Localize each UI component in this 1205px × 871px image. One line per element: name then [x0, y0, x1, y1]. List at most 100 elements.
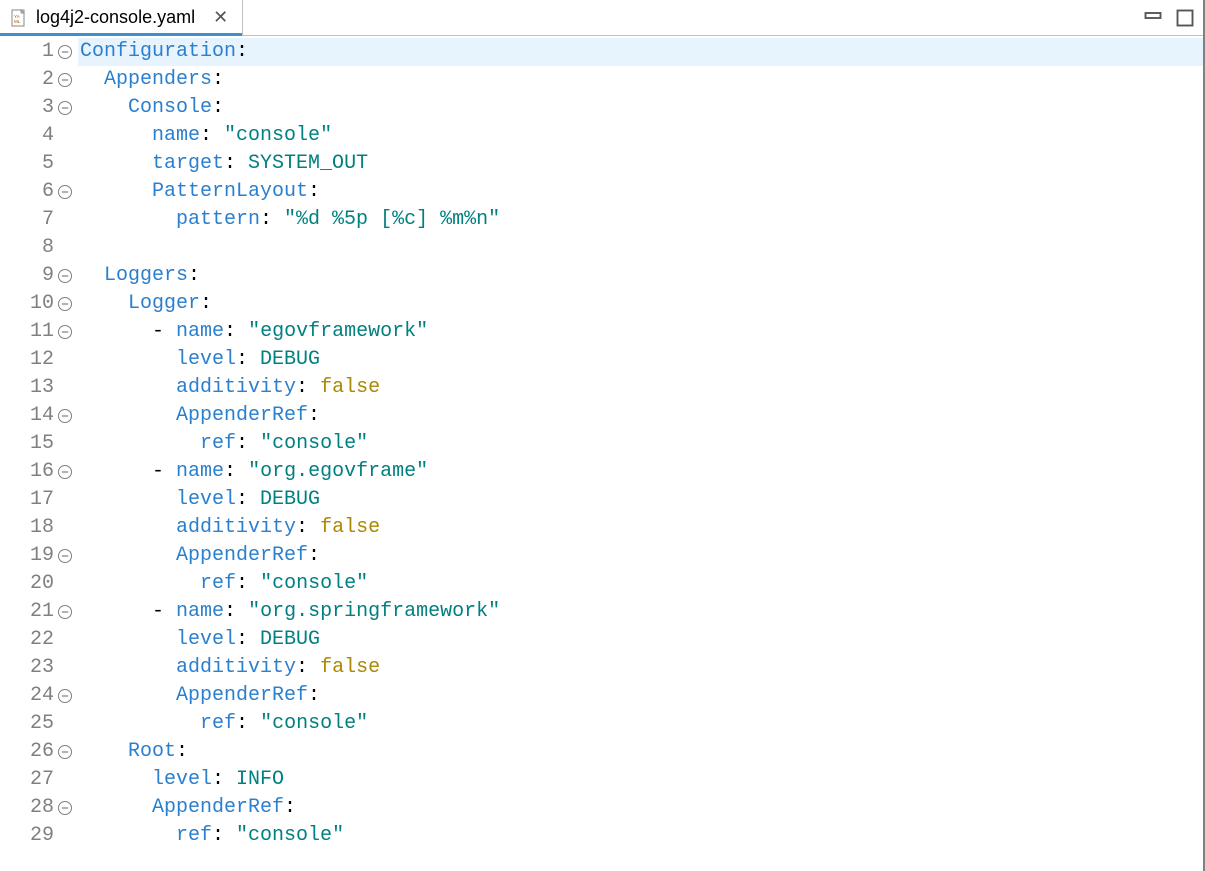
token-key: AppenderRef: [176, 684, 308, 707]
line-number: 20: [24, 570, 54, 598]
fold-spacer: [58, 437, 72, 451]
token-bool: false: [320, 516, 380, 539]
code-line[interactable]: PatternLayout:: [78, 178, 1203, 206]
token-key: name: [176, 600, 224, 623]
token-string: "%d %5p [%c] %m%n": [284, 208, 500, 231]
editor-tab[interactable]: YA ML log4j2-console.yaml ✕: [0, 0, 243, 35]
code-line[interactable]: name: "console": [78, 122, 1203, 150]
token-bool: false: [320, 656, 380, 679]
fold-minus-icon[interactable]: [58, 549, 72, 563]
code-line[interactable]: AppenderRef:: [78, 794, 1203, 822]
token-key: ref: [200, 572, 236, 595]
fold-minus-icon[interactable]: [58, 465, 72, 479]
fold-minus-icon[interactable]: [58, 185, 72, 199]
code-line[interactable]: AppenderRef:: [78, 682, 1203, 710]
code-line[interactable]: additivity: false: [78, 514, 1203, 542]
token-colon: :: [224, 152, 248, 175]
code-line[interactable]: level: INFO: [78, 766, 1203, 794]
fold-spacer: [58, 633, 72, 647]
code-line[interactable]: - name: "org.egovframe": [78, 458, 1203, 486]
code-line[interactable]: additivity: false: [78, 374, 1203, 402]
code-line[interactable]: Configuration:: [78, 38, 1203, 66]
gutter-line: 12: [0, 346, 78, 374]
fold-spacer: [58, 521, 72, 535]
line-number: 28: [24, 794, 54, 822]
gutter-line: 5: [0, 150, 78, 178]
line-number: 24: [24, 682, 54, 710]
fold-minus-icon[interactable]: [58, 745, 72, 759]
fold-spacer: [58, 493, 72, 507]
line-number: 4: [24, 122, 54, 150]
line-number: 5: [24, 150, 54, 178]
fold-minus-icon[interactable]: [58, 689, 72, 703]
code-line[interactable]: level: DEBUG: [78, 346, 1203, 374]
token-key: Root: [128, 740, 176, 763]
token-key: additivity: [176, 656, 296, 679]
fold-minus-icon[interactable]: [58, 45, 72, 59]
fold-minus-icon[interactable]: [58, 801, 72, 815]
gutter-line: 1: [0, 38, 78, 66]
gutter-line: 17: [0, 486, 78, 514]
fold-minus-icon[interactable]: [58, 269, 72, 283]
toolbar-right: [1143, 0, 1195, 35]
gutter-line: 16: [0, 458, 78, 486]
token-colon: :: [296, 656, 320, 679]
code-line[interactable]: Appenders:: [78, 66, 1203, 94]
code-line[interactable]: level: DEBUG: [78, 486, 1203, 514]
code-line[interactable]: ref: "console": [78, 710, 1203, 738]
token-key: level: [152, 768, 212, 791]
line-number: 27: [24, 766, 54, 794]
token-colon: :: [308, 404, 320, 427]
code-line[interactable]: - name: "org.springframework": [78, 598, 1203, 626]
code-line[interactable]: Loggers:: [78, 262, 1203, 290]
code-line[interactable]: level: DEBUG: [78, 626, 1203, 654]
token-key: additivity: [176, 516, 296, 539]
code-line[interactable]: additivity: false: [78, 654, 1203, 682]
code-line[interactable]: [78, 234, 1203, 262]
gutter-line: 18: [0, 514, 78, 542]
token-string: "org.egovframe": [248, 460, 428, 483]
line-number: 22: [24, 626, 54, 654]
code-line[interactable]: AppenderRef:: [78, 402, 1203, 430]
gutter-line: 27: [0, 766, 78, 794]
gutter-line: 23: [0, 654, 78, 682]
code-line[interactable]: - name: "egovframework": [78, 318, 1203, 346]
fold-minus-icon[interactable]: [58, 73, 72, 87]
line-number: 26: [24, 738, 54, 766]
token-string: "console": [224, 124, 332, 147]
token-colon: :: [236, 628, 260, 651]
fold-minus-icon[interactable]: [58, 409, 72, 423]
code-line[interactable]: ref: "console": [78, 430, 1203, 458]
code-line[interactable]: Console:: [78, 94, 1203, 122]
line-number: 9: [24, 262, 54, 290]
code-line[interactable]: Root:: [78, 738, 1203, 766]
code-line[interactable]: ref: "console": [78, 570, 1203, 598]
token-colon: :: [296, 516, 320, 539]
token-key: level: [176, 628, 236, 651]
maximize-icon[interactable]: [1175, 8, 1195, 28]
code-line[interactable]: Logger:: [78, 290, 1203, 318]
token-colon: :: [308, 684, 320, 707]
code-line[interactable]: target: SYSTEM_OUT: [78, 150, 1203, 178]
code-area[interactable]: Configuration: Appenders: Console: name:…: [78, 36, 1203, 871]
fold-minus-icon[interactable]: [58, 325, 72, 339]
gutter-line: 13: [0, 374, 78, 402]
code-line[interactable]: ref: "console": [78, 822, 1203, 850]
gutter-line: 7: [0, 206, 78, 234]
code-line[interactable]: pattern: "%d %5p [%c] %m%n": [78, 206, 1203, 234]
minimize-icon[interactable]: [1143, 8, 1163, 28]
fold-minus-icon[interactable]: [58, 297, 72, 311]
fold-spacer: [58, 829, 72, 843]
fold-minus-icon[interactable]: [58, 101, 72, 115]
gutter-line: 3: [0, 94, 78, 122]
token-colon: :: [224, 320, 248, 343]
token-colon: :: [260, 208, 284, 231]
line-number: 15: [24, 430, 54, 458]
code-line[interactable]: AppenderRef:: [78, 542, 1203, 570]
close-icon[interactable]: ✕: [209, 7, 232, 28]
fold-minus-icon[interactable]: [58, 605, 72, 619]
token-colon: :: [200, 292, 212, 315]
token-key: PatternLayout: [152, 180, 308, 203]
token-key: Console: [128, 96, 212, 119]
token-colon: :: [224, 460, 248, 483]
